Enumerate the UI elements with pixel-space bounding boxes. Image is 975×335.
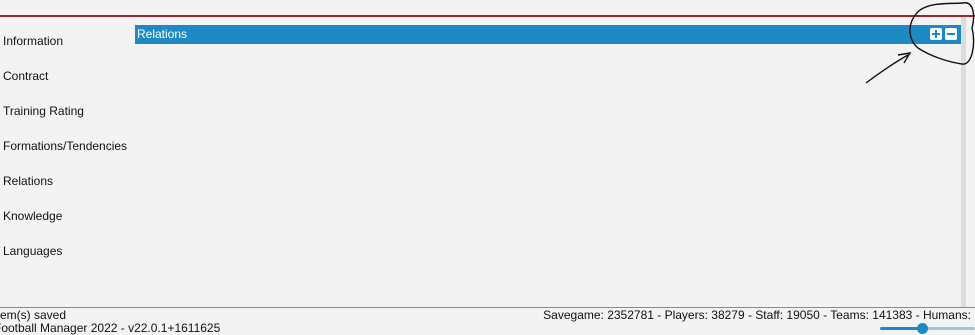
sidebar-item-label: Information	[3, 34, 64, 48]
sidebar-item-knowledge[interactable]: Knowledge	[3, 208, 62, 224]
sidebar-item-label: Knowledge	[3, 209, 63, 223]
panel-buttons	[930, 28, 957, 40]
sidebar-item-training-rating[interactable]: Training Rating	[3, 103, 84, 119]
zoom-slider[interactable]	[880, 322, 975, 334]
status-left: item(s) saved Football Manager 2022 - v2…	[0, 309, 220, 335]
slider-track-filled	[880, 327, 922, 330]
vertical-scrollbar[interactable]	[961, 17, 966, 308]
hand-drawn-annotation	[865, 2, 975, 84]
sidebar-item-formations-tendencies[interactable]: Formations/Tendencies	[3, 138, 127, 154]
plus-icon[interactable]	[930, 28, 942, 40]
minus-icon[interactable]	[945, 28, 957, 40]
database-stats-text: Savegame: 2352781 - Players: 38279 - Sta…	[543, 308, 975, 322]
sidebar-item-label: Relations	[3, 174, 54, 188]
slider-track-empty	[922, 327, 975, 330]
app-version-text: Football Manager 2022 - v22.0.1+1611625	[0, 321, 221, 335]
sidebar-item-information[interactable]: Information	[3, 33, 63, 49]
top-accent-rule	[0, 15, 975, 17]
sidebar-item-relations[interactable]: Relations	[3, 173, 53, 189]
sidebar-item-label: Languages	[3, 244, 63, 258]
relations-panel-header: Relations	[135, 25, 961, 44]
sidebar-item-contract[interactable]: Contract	[3, 68, 48, 84]
slider-thumb[interactable]	[917, 323, 928, 334]
sidebar-item-label: Training Rating	[3, 104, 84, 118]
sidebar-item-label: Contract	[3, 69, 49, 83]
sidebar-item-languages[interactable]: Languages	[3, 243, 62, 259]
panel-title: Relations	[137, 27, 188, 41]
sidebar-item-label: Formations/Tendencies	[3, 139, 128, 153]
